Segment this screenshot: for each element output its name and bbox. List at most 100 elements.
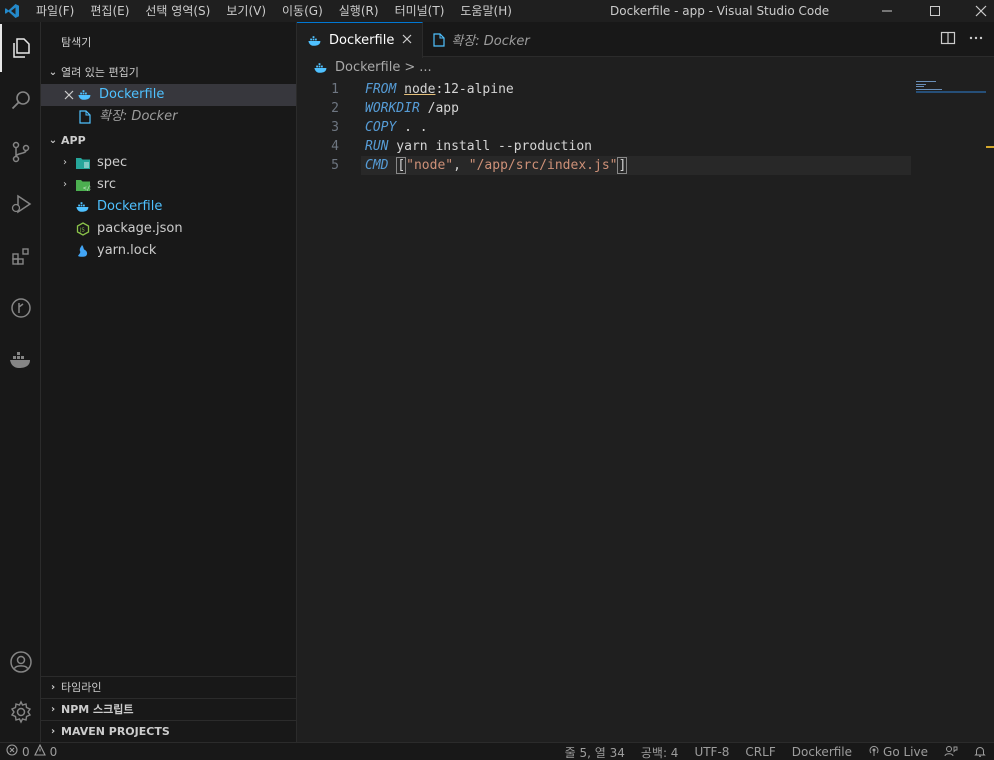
timeline-activity[interactable]	[0, 284, 41, 332]
menu-terminal[interactable]: 터미널(T)	[387, 0, 453, 22]
more-actions-icon[interactable]	[968, 30, 984, 50]
keyword-token: FROM	[365, 82, 397, 97]
overview-ruler-marker	[986, 146, 994, 148]
search-icon	[11, 91, 30, 110]
feedback-icon[interactable]	[944, 745, 958, 760]
maximize-button[interactable]	[912, 0, 958, 22]
svg-text:JS: JS	[79, 228, 85, 234]
line-number: 2	[331, 101, 339, 116]
warning-count: 0	[49, 744, 58, 759]
activity-bar	[0, 22, 41, 742]
tree-item-dockerfile[interactable]: Dockerfile	[41, 196, 296, 218]
string-token: "node"	[406, 158, 454, 173]
tree-item-src[interactable]: › </> src	[41, 174, 296, 196]
window-title: Dockerfile - app - Visual Studio Code	[610, 4, 830, 18]
npm-scripts-label: NPM 스크립트	[61, 702, 134, 716]
menu-go[interactable]: 이동(G)	[274, 0, 331, 22]
folder-header[interactable]: ⌄ APP	[41, 130, 296, 152]
split-editor-icon[interactable]	[940, 30, 956, 50]
menu-view[interactable]: 보기(V)	[218, 0, 274, 22]
tab-dockerfile[interactable]: Dockerfile	[297, 22, 424, 58]
code-line: 3 COPY . .	[297, 118, 994, 137]
timeline-header[interactable]: › 타임라인	[41, 676, 297, 698]
editor-tabs: Dockerfile 확장: Docker	[297, 22, 994, 58]
maven-projects-header[interactable]: › MAVEN PROJECTS	[41, 720, 297, 742]
menu-file[interactable]: 파일(F)	[28, 0, 82, 22]
status-left[interactable]: 0 0	[0, 743, 58, 759]
text-token: :12-alpine	[435, 82, 514, 97]
breadcrumb-more[interactable]: ...	[419, 57, 431, 79]
run-debug-activity[interactable]	[0, 180, 41, 228]
files-icon	[12, 38, 30, 58]
tab-extension-docker[interactable]: 확장: Docker	[423, 22, 539, 57]
keyword-token: WORKDIR	[365, 101, 420, 116]
tree-item-yarn-lock[interactable]: yarn.lock	[41, 240, 296, 262]
close-tab-icon[interactable]	[402, 33, 412, 48]
menu-run[interactable]: 실행(R)	[331, 0, 387, 22]
chevron-right-icon: ›	[63, 179, 67, 190]
minimap[interactable]	[916, 80, 988, 94]
warning-icon	[33, 743, 46, 759]
vscode-logo-icon	[0, 0, 24, 22]
close-window-button[interactable]	[958, 0, 994, 22]
npm-scripts-header[interactable]: › NPM 스크립트	[41, 698, 297, 720]
tab-label: 확장: Docker	[451, 34, 530, 49]
error-icon	[6, 744, 18, 759]
chevron-down-icon: ⌄	[48, 135, 58, 146]
docker-icon	[77, 87, 93, 103]
close-editor-icon[interactable]	[61, 90, 77, 100]
line-ending[interactable]: CRLF	[745, 745, 775, 759]
docker-activity[interactable]	[0, 336, 41, 384]
keyword-token: RUN	[365, 139, 389, 154]
tree-item-spec[interactable]: › spec	[41, 152, 296, 174]
tab-label: Dockerfile	[329, 33, 395, 48]
notifications-bell-icon[interactable]	[974, 745, 986, 760]
run-debug-icon	[11, 194, 31, 214]
menu-help[interactable]: 도움말(H)	[452, 0, 520, 22]
folder-src-icon: </>	[75, 177, 91, 193]
cursor-position[interactable]: 줄 5, 열 34	[565, 744, 625, 760]
code-editor[interactable]: 1 FROM node:12-alpine 2 WORKDIR /app 3 C…	[297, 80, 994, 175]
search-activity[interactable]	[0, 76, 41, 124]
line-content: WORKDIR /app	[361, 99, 911, 118]
encoding[interactable]: UTF-8	[694, 745, 729, 759]
line-number: 5	[331, 158, 339, 173]
open-editors-header[interactable]: ⌄ 열려 있는 편집기	[41, 62, 296, 84]
source-control-icon	[12, 141, 29, 163]
indentation[interactable]: 공백: 4	[641, 744, 679, 760]
accounts-activity[interactable]	[0, 638, 41, 686]
docker-icon	[9, 352, 30, 368]
explorer-activity[interactable]	[0, 24, 41, 72]
code-line: 4 RUN yarn install --production	[297, 137, 994, 156]
file-icon	[77, 109, 93, 125]
chevron-right-icon: ›	[50, 681, 56, 693]
open-editor-item[interactable]: Dockerfile	[41, 84, 296, 106]
extensions-activity[interactable]	[0, 232, 41, 280]
menu-edit[interactable]: 편집(E)	[82, 0, 137, 22]
extensions-icon	[11, 248, 29, 265]
bracket-token: ]	[617, 157, 628, 174]
chevron-right-icon: ›	[63, 157, 67, 168]
text-token: yarn install --production	[388, 139, 592, 154]
source-control-activity[interactable]	[0, 128, 41, 176]
nodejs-icon: JS	[75, 221, 91, 237]
maximize-icon	[930, 6, 940, 16]
language-mode[interactable]: Dockerfile	[792, 745, 852, 759]
minimize-button[interactable]	[864, 0, 910, 22]
go-live-button[interactable]: Go Live	[868, 745, 928, 760]
manage-activity[interactable]	[0, 688, 41, 736]
open-editor-item[interactable]: 확장: Docker	[41, 106, 296, 128]
open-editor-label: Dockerfile	[99, 87, 165, 102]
status-bar: 0 0 줄 5, 열 34 공백: 4 UTF-8 CRLF Dockerfil…	[0, 742, 994, 760]
minimize-icon	[882, 10, 892, 12]
text-token: /app	[419, 101, 459, 116]
line-content: CMD ["node", "/app/src/index.js"]	[361, 156, 911, 175]
menu-selection[interactable]: 선택 영역(S)	[137, 0, 218, 22]
breadcrumb-file[interactable]: Dockerfile	[335, 57, 400, 79]
tree-item-package-json[interactable]: JS package.json	[41, 218, 296, 240]
sidebar-title: 탐색기	[61, 36, 92, 49]
open-editor-label: 확장: Docker	[99, 109, 178, 124]
folder-label: APP	[61, 134, 86, 147]
tree-item-label: package.json	[97, 221, 183, 236]
text-token: ,	[453, 158, 469, 173]
